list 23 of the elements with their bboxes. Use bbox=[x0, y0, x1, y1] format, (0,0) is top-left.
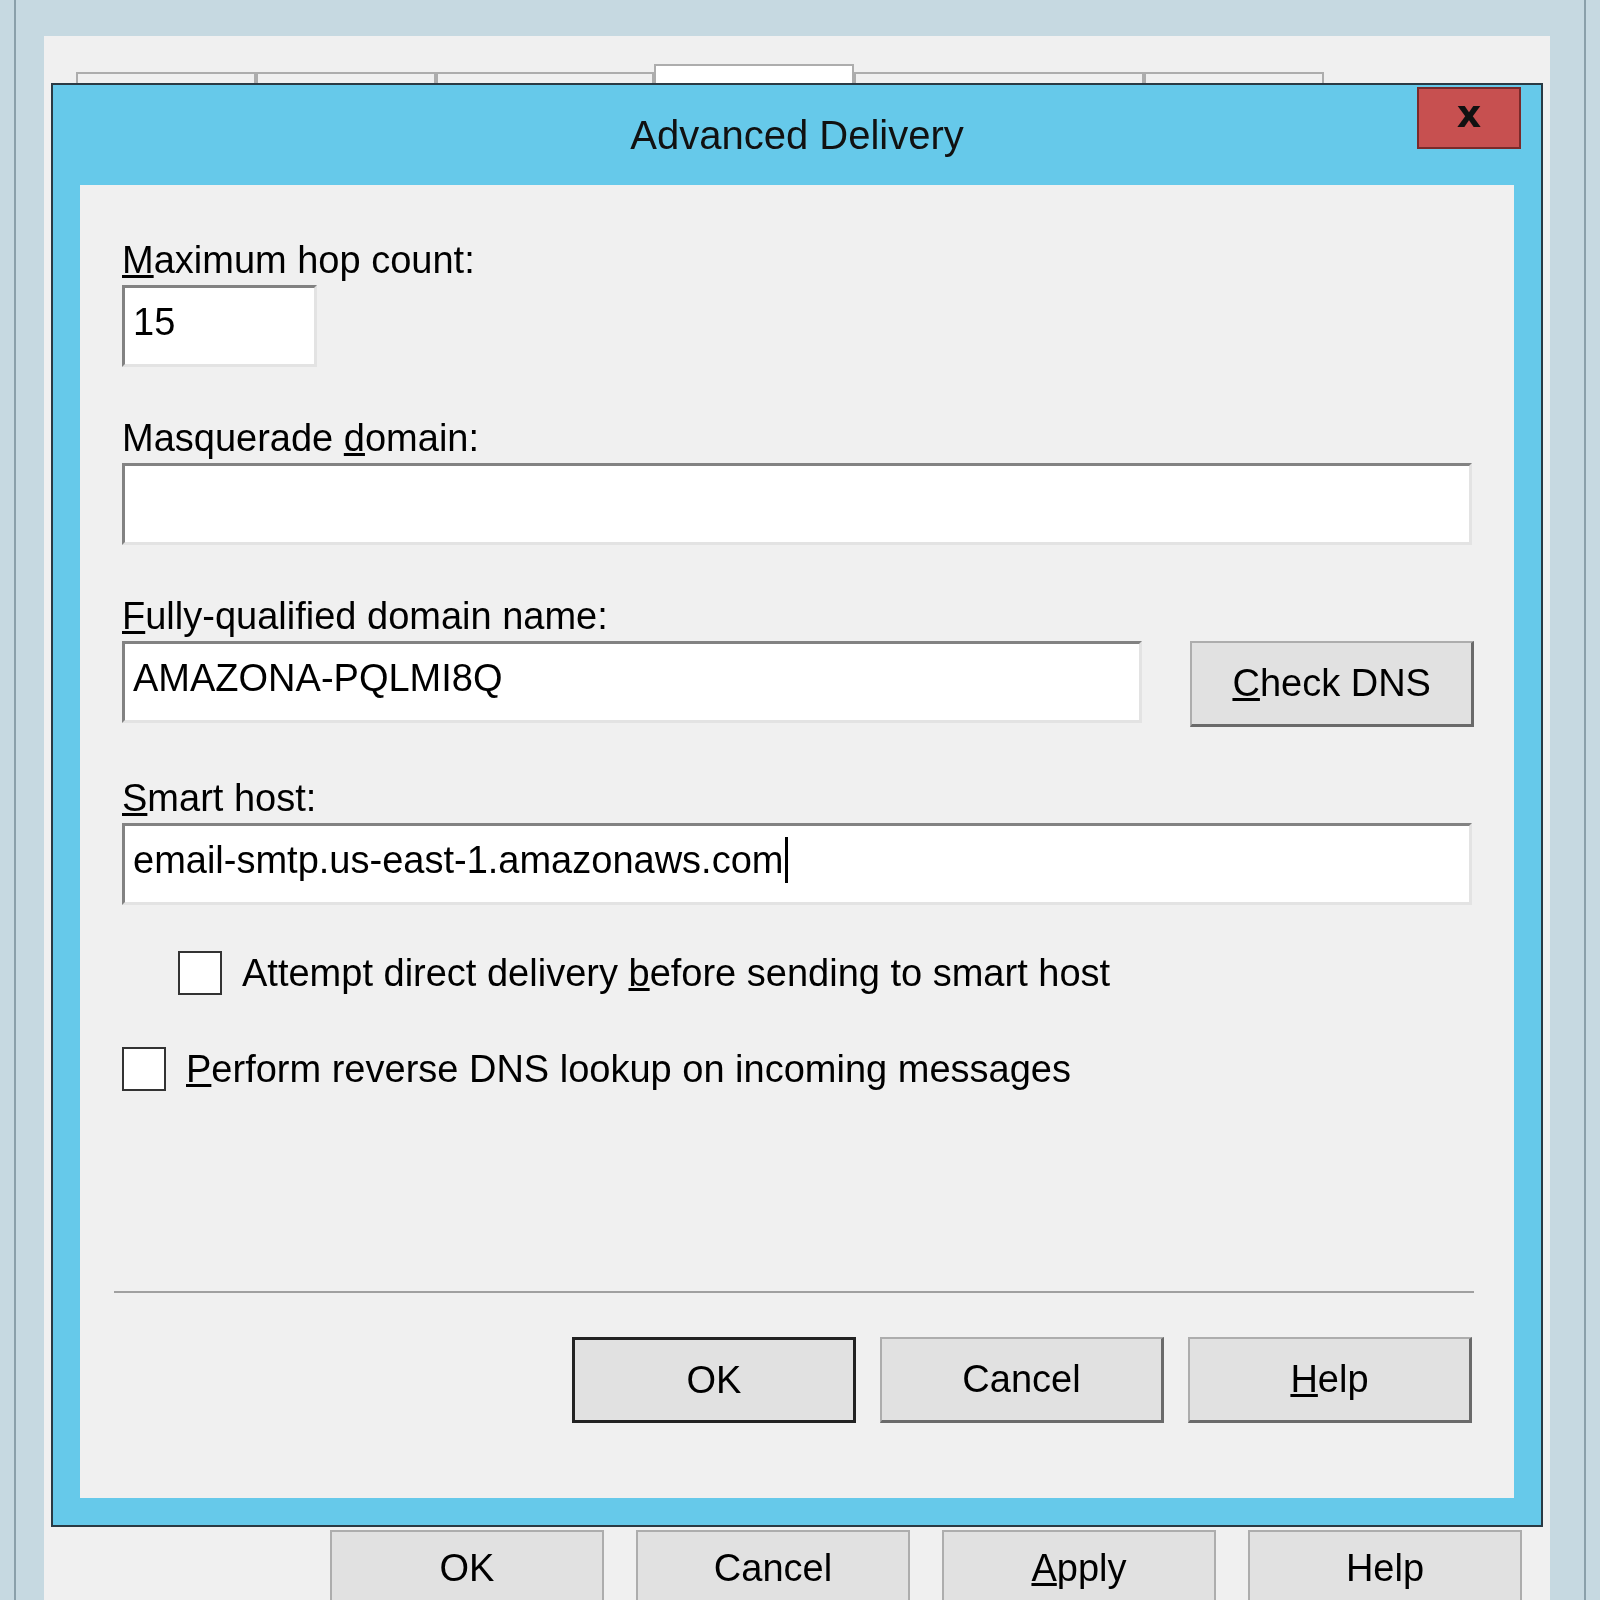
dialog-button[interactable]: OK bbox=[572, 1337, 856, 1423]
dialog-button[interactable]: Help bbox=[1188, 1337, 1472, 1423]
dialog-button[interactable]: Cancel bbox=[636, 1530, 910, 1600]
field-label: Maximum hop count: bbox=[122, 238, 475, 283]
checkbox[interactable] bbox=[122, 1047, 166, 1091]
field-label: Masquerade domain: bbox=[122, 416, 479, 461]
dialog-button[interactable]: Cancel bbox=[880, 1337, 1164, 1423]
text-field[interactable]: email-smtp.us-east-1.amazonaws.com bbox=[122, 823, 1472, 905]
dialog-button[interactable]: Help bbox=[1248, 1530, 1522, 1600]
checkbox-label: Attempt direct delivery before sending to smart host bbox=[242, 951, 1111, 995]
field-label: Fully-qualified domain name: bbox=[122, 594, 608, 639]
text-field[interactable]: 15 bbox=[122, 285, 317, 367]
field-label: Smart host: bbox=[122, 776, 317, 821]
tab[interactable] bbox=[654, 64, 854, 86]
dialog-button[interactable]: OK bbox=[330, 1530, 604, 1600]
checkbox-label: Perform reverse DNS lookup on incoming messages bbox=[186, 1047, 1071, 1091]
text-field[interactable] bbox=[122, 463, 1472, 545]
text-field[interactable]: AMAZONA-PQLMI8Q bbox=[122, 641, 1143, 723]
dialog-button[interactable]: Apply bbox=[942, 1530, 1216, 1600]
close-button[interactable]: x bbox=[1417, 87, 1521, 149]
checkbox[interactable] bbox=[178, 951, 222, 995]
check-dns-button[interactable]: Check DNS bbox=[1190, 641, 1474, 727]
dialog-title: Advanced Delivery bbox=[630, 112, 964, 158]
